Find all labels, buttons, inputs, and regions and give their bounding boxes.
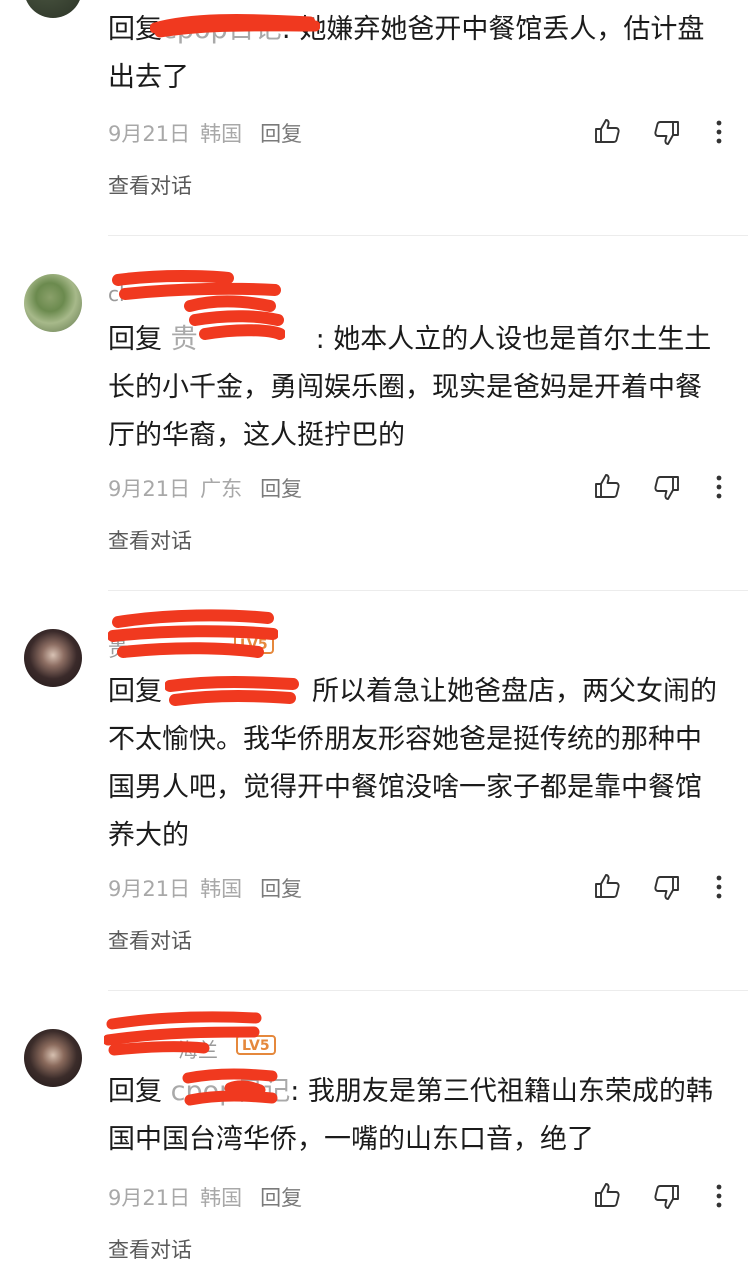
thumbs-up-icon[interactable] <box>592 116 622 146</box>
comment-meta: 9月21日 韩国 回复 <box>108 873 302 903</box>
thumbs-down-icon[interactable] <box>652 1182 682 1212</box>
redaction-scribble <box>150 14 320 38</box>
more-vertical-icon[interactable] <box>704 117 734 147</box>
reply-prefix: 回复 <box>108 1076 162 1107</box>
thumbs-up-icon[interactable] <box>592 471 622 501</box>
view-conversation-link[interactable]: 查看对话 <box>108 170 192 200</box>
comment-location: 韩国 <box>200 1186 243 1210</box>
comment-date: 9月21日 <box>108 1186 191 1210</box>
comment-date: 9月21日 <box>108 122 191 146</box>
reply-target-username[interactable]: 贵 <box>171 324 198 355</box>
thumbs-down-icon[interactable] <box>652 473 682 503</box>
divider <box>108 990 748 991</box>
comment-date: 9月21日 <box>108 877 191 901</box>
reply-button[interactable]: 回复 <box>260 477 302 501</box>
view-conversation-link[interactable]: 查看对话 <box>108 1234 192 1264</box>
avatar[interactable] <box>24 0 82 18</box>
more-vertical-icon[interactable] <box>704 472 734 502</box>
reply-prefix: 回复 <box>108 324 162 355</box>
thumbs-down-icon[interactable] <box>652 118 682 148</box>
avatar[interactable] <box>24 629 82 687</box>
reply-button[interactable]: 回复 <box>260 877 302 901</box>
comment-meta: 9月21日 广东 回复 <box>108 473 302 503</box>
redaction-scribble <box>182 1068 278 1106</box>
reply-button[interactable]: 回复 <box>260 1186 302 1210</box>
divider <box>108 590 748 591</box>
comment-body: 回复 贵: 她本人立的人设也是首尔土生土长的小千金，勇闯娱乐圈，现实是爸妈是开着… <box>108 316 720 460</box>
redaction-scribble <box>104 1011 262 1056</box>
avatar[interactable] <box>24 1029 82 1087</box>
comment-text: : 她本人立的人设也是首尔土生土长的小千金，勇闯娱乐圈，现实是爸妈是开着中餐厅的… <box>108 324 712 451</box>
comment-location: 韩国 <box>200 122 243 146</box>
avatar[interactable] <box>24 274 82 332</box>
thumbs-down-icon[interactable] <box>652 873 682 903</box>
comment-meta: 9月21日 韩国 回复 <box>108 118 302 148</box>
reply-button[interactable]: 回复 <box>260 122 302 146</box>
comment-location: 韩国 <box>200 877 243 901</box>
more-vertical-icon[interactable] <box>704 1181 734 1211</box>
more-vertical-icon[interactable] <box>704 872 734 902</box>
comment-date: 9月21日 <box>108 477 191 501</box>
redaction-scribble <box>165 676 299 706</box>
divider <box>108 235 748 236</box>
reply-prefix: 回复 <box>108 676 162 707</box>
comment-location: 广东 <box>200 477 243 501</box>
view-conversation-link[interactable]: 查看对话 <box>108 525 192 555</box>
thumbs-up-icon[interactable] <box>592 871 622 901</box>
redaction-scribble <box>108 609 278 658</box>
thumbs-up-icon[interactable] <box>592 1180 622 1210</box>
view-conversation-link[interactable]: 查看对话 <box>108 925 192 955</box>
comment-meta: 9月21日 韩国 回复 <box>108 1182 302 1212</box>
